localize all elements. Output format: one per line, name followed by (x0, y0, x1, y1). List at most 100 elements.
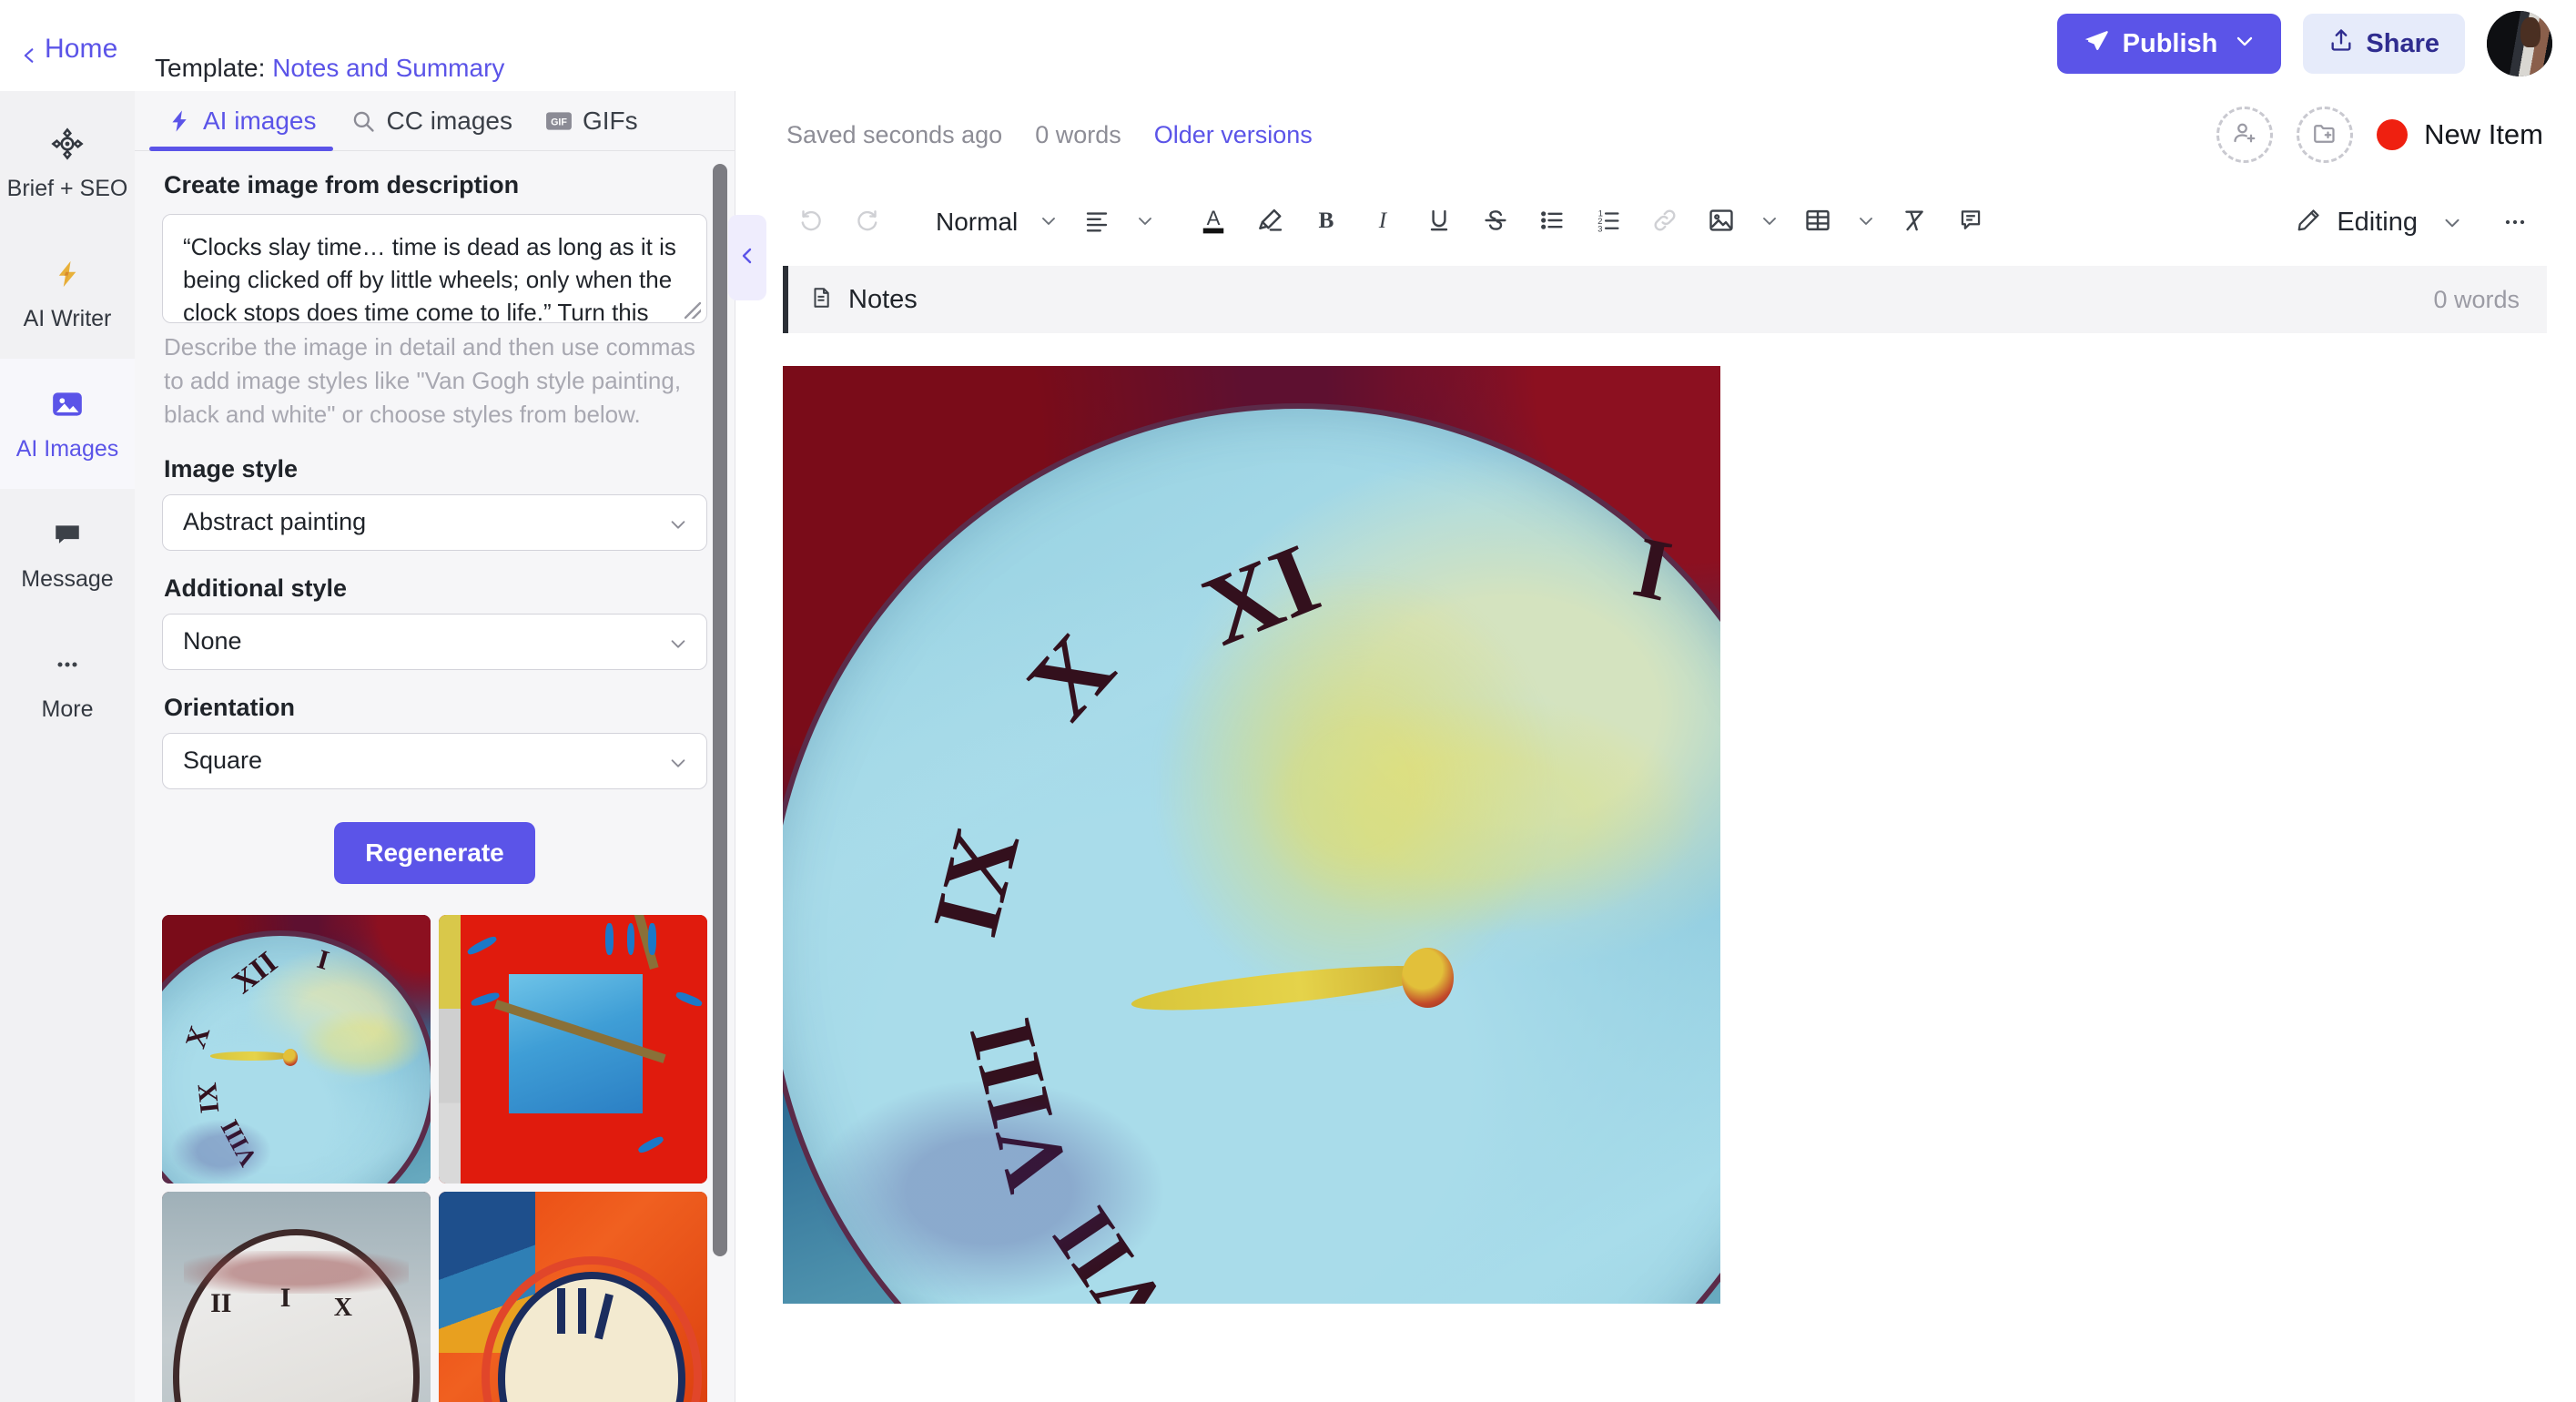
sidebar-item-brief-seo[interactable]: Brief + SEO (0, 98, 135, 229)
add-folder-icon (2311, 119, 2338, 151)
sidebar-item-message[interactable]: Message (0, 489, 135, 619)
numbered-list-button[interactable]: 123 (1580, 194, 1637, 250)
search-icon (350, 107, 377, 135)
panel-tab-bar: AI images CC images GIF GIFs (135, 91, 735, 151)
sidebar-item-ai-images[interactable]: AI Images (0, 359, 135, 489)
additional-style-value: None (183, 627, 242, 655)
ellipsis-icon (48, 645, 86, 684)
generated-image-3[interactable]: II I X (162, 1191, 431, 1402)
add-folder-button[interactable] (2297, 107, 2354, 163)
sidebar-item-label: Brief + SEO (6, 176, 128, 201)
italic-button[interactable]: I (1354, 194, 1411, 250)
tab-cc-images[interactable]: CC images (333, 91, 529, 150)
generated-image-4[interactable] (439, 1191, 707, 1402)
bullet-list-button[interactable] (1524, 194, 1580, 250)
svg-text:3: 3 (1598, 224, 1603, 233)
chevron-down-icon (1038, 209, 1060, 236)
avatar[interactable] (2487, 11, 2552, 76)
publish-label: Publish (2122, 28, 2218, 58)
new-item-button[interactable]: New Item (2377, 118, 2543, 151)
align-chevron[interactable] (1125, 194, 1165, 250)
notes-word-count: 0 words (2433, 285, 2520, 313)
image-style-select[interactable]: Abstract painting (162, 493, 707, 551)
link-icon (1650, 206, 1679, 239)
resize-grip-icon[interactable] (685, 302, 701, 319)
align-button[interactable] (1069, 194, 1125, 250)
tab-ai-images[interactable]: AI images (149, 91, 333, 151)
breadcrumb: Template: Notes and Summary (155, 54, 504, 83)
panel-scrollbar-thumb[interactable] (713, 164, 727, 1256)
underline-icon (1425, 206, 1454, 239)
insert-table-chevron[interactable] (1846, 194, 1886, 250)
undo-button[interactable] (783, 194, 839, 250)
additional-style-label: Additional style (164, 574, 348, 602)
comment-button[interactable] (1942, 194, 1999, 250)
svg-text:I: I (1378, 208, 1388, 233)
bold-button[interactable]: B (1298, 194, 1354, 250)
redo-button[interactable] (839, 194, 896, 250)
orientation-value: Square (183, 747, 263, 775)
chat-bubble-icon (48, 515, 86, 554)
orientation-select[interactable]: Square (162, 732, 707, 789)
editor-status-bar: Saved seconds ago 0 words Older versions (735, 91, 2576, 178)
new-item-label: New Item (2424, 118, 2543, 150)
chevron-down-icon (1759, 209, 1780, 236)
strikethrough-button[interactable] (1467, 194, 1524, 250)
home-back-link[interactable]: Home (20, 34, 117, 65)
older-versions-link[interactable]: Older versions (1154, 121, 1313, 149)
insert-table-button[interactable] (1790, 194, 1846, 250)
sidebar-item-label: More (41, 696, 94, 722)
share-label: Share (2366, 28, 2439, 58)
add-person-icon (2231, 119, 2258, 151)
undo-icon (797, 207, 825, 239)
generated-image-2[interactable] (439, 914, 707, 1184)
underline-button[interactable] (1411, 194, 1467, 250)
tab-gifs[interactable]: GIF GIFs (529, 91, 654, 150)
publish-button[interactable]: Publish (2056, 14, 2282, 74)
table-icon (1803, 206, 1832, 239)
sidebar-item-ai-writer[interactable]: AI Writer (0, 229, 135, 359)
highlight-button[interactable] (1242, 194, 1298, 250)
paragraph-style-chevron[interactable] (1029, 194, 1069, 250)
editing-mode-dropdown[interactable]: Editing (2295, 194, 2549, 250)
clear-formatting-button[interactable] (1886, 194, 1942, 250)
share-button[interactable]: Share (2303, 14, 2465, 74)
svg-text:A: A (1207, 207, 1221, 229)
app-root: Home Template: Notes and Summary Publish (0, 0, 2576, 1402)
paragraph-style-value: Normal (936, 208, 1019, 236)
generated-image-1[interactable]: XII I X IX VIII (162, 914, 431, 1184)
thumbnail-artwork (439, 914, 707, 1184)
editor-more-button[interactable] (2487, 194, 2543, 250)
panel-scrollbar-track[interactable] (713, 155, 727, 1347)
image-style-value: Abstract painting (183, 508, 367, 536)
collapse-panel-button[interactable] (728, 215, 766, 300)
insert-image-chevron[interactable] (1749, 194, 1790, 250)
template-name-link[interactable]: Notes and Summary (272, 54, 504, 82)
tab-label: GIFs (582, 106, 638, 135)
paragraph-style-dropdown[interactable]: Normal (916, 194, 1029, 250)
notes-section-header: Notes 0 words (783, 266, 2547, 333)
link-button[interactable] (1637, 194, 1693, 250)
app-body: Brief + SEO AI Writer AI Images Message (0, 91, 2576, 1402)
editing-mode-chevron[interactable] (2432, 194, 2472, 250)
word-count: 0 words (1035, 120, 1121, 148)
highlighter-icon (1255, 206, 1284, 239)
sidebar-item-more[interactable]: More (0, 619, 135, 749)
chevron-down-icon (668, 513, 688, 533)
additional-style-select[interactable]: None (162, 613, 707, 670)
regenerate-row: Regenerate (162, 821, 707, 884)
align-left-icon (1083, 207, 1111, 239)
abstract-clock-painting[interactable]: XI X I IX VIII VII (783, 366, 1720, 1304)
add-person-button[interactable] (2216, 107, 2274, 163)
home-label: Home (45, 34, 118, 64)
image-prompt-input[interactable]: “Clocks slay time… time is dead as long … (162, 214, 707, 323)
tab-label: CC images (386, 106, 512, 135)
editor-status-actions: New Item (2216, 107, 2543, 163)
text-color-button[interactable]: A (1185, 194, 1242, 250)
status-badge (2377, 119, 2409, 150)
top-header: Home Template: Notes and Summary Publish (0, 0, 2576, 91)
regenerate-button[interactable]: Regenerate (334, 821, 535, 884)
image-prompt-value: “Clocks slay time… time is dead as long … (183, 233, 676, 323)
insert-image-button[interactable] (1693, 194, 1749, 250)
avatar-photo-detail (2520, 17, 2541, 48)
